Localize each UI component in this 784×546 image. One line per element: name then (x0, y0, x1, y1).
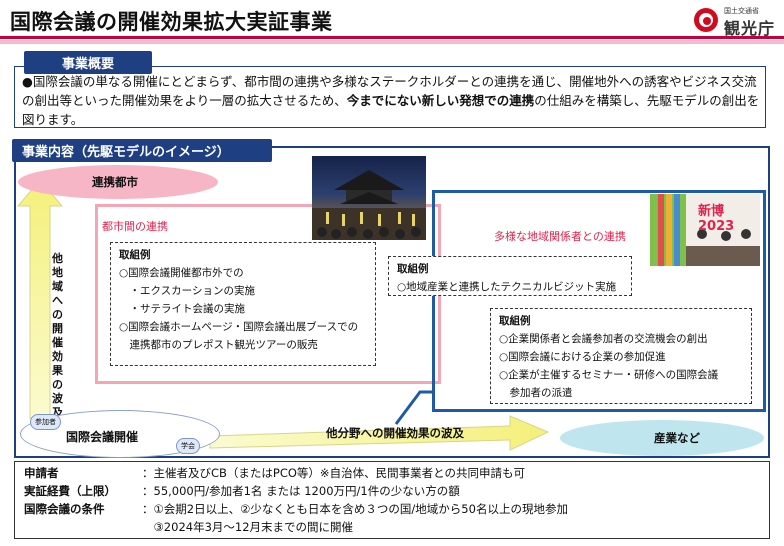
list-item: ○地域産業と連携したテクニカルビジット実施 (397, 281, 617, 293)
expo-sign-text: 新博2023 (698, 204, 735, 234)
condition-row: 国際会議の条件 ：①会期2日以上、②少なくとも日本を含め３つの国/地域から50名以… (24, 501, 568, 517)
intercity-label: 都市間の連携 (102, 220, 168, 233)
condition-row: 申請者 ：主催者及びCB（またはPCO等）※自治体、民間事業者との共同申請も可 (24, 465, 525, 481)
condition-key: 実証経費（上限） (24, 484, 116, 498)
example-heading: 取組例 (119, 249, 151, 261)
list-item: ○国際会議における企業の参加促進 (499, 351, 666, 363)
example-box-intercity: 取組例 ○国際会議開催都市外での ・エクスカーションの実施 ・サテライト会議の実… (110, 242, 376, 366)
partner-city-label: 連携都市 (92, 175, 138, 189)
condition-key: 申請者 (24, 466, 59, 480)
industry-label: 産業など (654, 431, 700, 445)
condition-row: ③2024年3月～12月末までの間に開催 (24, 519, 353, 535)
condition-key: 国際会議の条件 (24, 502, 105, 516)
example-box-business: 取組例 ○企業関係者と会議参加者の交流機会の創出 ○国際会議における企業の参加促… (490, 308, 752, 404)
condition-row: 実証経費（上限） ：55,000円/参加者1名 または 1200万円/1件の少ない… (24, 483, 460, 499)
list-item: ○国際会議開催都市外での (119, 267, 244, 279)
condition-value: ：主催者及びCB（またはPCO等）※自治体、民間事業者との共同申請も可 (142, 466, 525, 480)
vertical-spread-label: 他地域への開催効果の波及 (52, 252, 63, 419)
list-item: ・サテライト会議の実施 (119, 303, 245, 315)
horizontal-spread-label: 他分野への開催効果の波及 (326, 426, 464, 440)
condition-value: ③2024年3月～12月末までの間に開催 (142, 520, 354, 534)
conference-label: 国際会議開催 (66, 430, 139, 444)
participant-tag: 参加者 (30, 414, 61, 430)
example-box-technical-visit: 取組例 ○地域産業と連携したテクニカルビジット実施 (388, 256, 632, 296)
list-item: 参加者の派遣 (499, 387, 573, 399)
list-item: ・エクスカーションの実施 (119, 285, 255, 297)
list-item: ○企業関係者と会議参加者の交流機会の創出 (499, 333, 708, 345)
list-item: ○企業が主催するセミナー・研修への国際会議 (499, 369, 719, 381)
expo-stage-photo: 新博2023 (650, 194, 760, 266)
condition-value: ：55,000円/参加者1名 または 1200万円/1件の少ない方の額 (142, 484, 460, 498)
example-heading: 取組例 (499, 315, 531, 327)
list-item: 連携都市のプレポスト観光ツアーの販売 (119, 339, 318, 351)
list-item: ○国際会議ホームページ・国際会議出展ブースでの (119, 321, 359, 333)
condition-value: ：①会期2日以上、②少なくとも日本を含め３つの国/地域から50名以上の現地参加 (142, 502, 568, 516)
example-heading: 取組例 (397, 263, 429, 275)
stakeholder-label: 多様な地域関係者との連携 (494, 230, 626, 243)
connector-line (394, 390, 432, 425)
society-tag: 学会 (176, 438, 200, 454)
castle-event-photo (312, 156, 426, 240)
